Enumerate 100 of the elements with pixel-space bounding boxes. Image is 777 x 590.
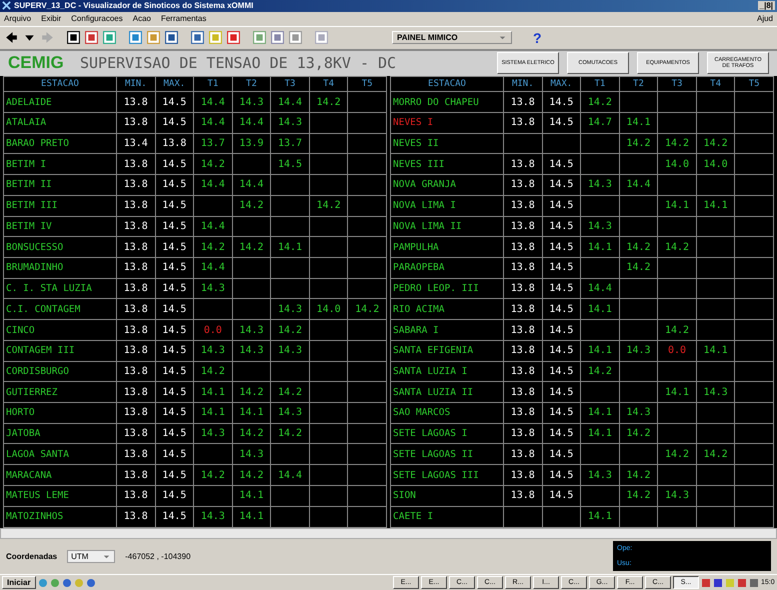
- table-cell: 13.8: [124, 96, 148, 108]
- table-cell: 13.8: [124, 324, 148, 336]
- menu-item[interactable]: Exibir: [41, 14, 62, 24]
- voltage-reading: 14.3: [200, 511, 225, 522]
- column-header: T3: [270, 76, 310, 92]
- voltage-reading: 14.2: [704, 448, 728, 460]
- table-cell: 14.5: [162, 96, 186, 108]
- station-name: CONTAGEM III: [4, 340, 116, 362]
- panel-dropdown[interactable]: PAINEL MIMICO: [392, 31, 512, 44]
- column-header: T1: [194, 76, 232, 92]
- voltage-reading: 14.3: [200, 345, 225, 356]
- station-name: NOVA LIMA II: [390, 216, 504, 237]
- voltage-reading: 14.4: [239, 117, 264, 128]
- voltage-reading: 14.1: [239, 407, 264, 418]
- voltage-reading: 14.2: [239, 242, 264, 253]
- voltage-reading: 0.0: [668, 345, 686, 356]
- table-cell: 14.5: [162, 242, 186, 253]
- start-button[interactable]: Iniciar: [2, 576, 36, 590]
- voltage-reading: 14.1: [239, 511, 264, 522]
- table-cell: 13.8: [124, 366, 148, 377]
- voltage-reading: 14.2: [664, 242, 690, 253]
- voltage-reading: 14.2: [278, 428, 302, 440]
- voltage-reading: 14.2: [200, 158, 225, 170]
- voltage-reading: 14.2: [664, 324, 690, 336]
- table-cell: 14.5: [162, 283, 186, 294]
- tray-icon[interactable]: [737, 578, 747, 588]
- column-header: T2: [232, 76, 271, 92]
- table-cell: 14.5: [549, 283, 574, 294]
- voltage-reading: 14.2: [278, 324, 302, 336]
- table-cell: 13.8: [124, 220, 148, 232]
- tray-icon[interactable]: [749, 578, 759, 588]
- table-cell: 14.5: [549, 386, 574, 398]
- panel-title: SUPERVISAO DE TENSAO DE 13,8KV - DC: [80, 54, 398, 72]
- voltage-reading: 14.2: [664, 448, 690, 460]
- back-arrow-icon[interactable]: [4, 30, 19, 46]
- quick-launch-icon[interactable]: [62, 578, 72, 588]
- table-cell: 14.5: [162, 304, 186, 315]
- table-cell: 13.8: [510, 366, 535, 377]
- station-name: LAGOA SANTA: [4, 444, 116, 465]
- voltage-reading: 14.4: [239, 179, 264, 190]
- help-button[interactable]: ?: [533, 30, 542, 46]
- window-controls[interactable]: _|8|: [758, 1, 775, 10]
- voltage-reading: 14.1: [588, 511, 612, 522]
- window-title: SUPERV_13_DC - Visualizador de Sinoticos do Sistema xOMMI: [14, 1, 254, 10]
- voltage-reading: 14.2: [239, 428, 264, 440]
- station-name: SETE LAGOAS I: [390, 423, 504, 444]
- station-name: NOVA GRANJA: [390, 174, 504, 196]
- table-cell: 13.8: [510, 220, 535, 232]
- voltage-reading: 14.5: [278, 158, 302, 170]
- voltage-reading: 14.3: [239, 324, 264, 336]
- voltage-reading: 14.2: [355, 304, 380, 315]
- table-cell: 13.8: [124, 283, 148, 294]
- table-cell: 13.8: [510, 490, 535, 502]
- table-cell: 14.5: [162, 262, 186, 274]
- table-cell: 14.5: [549, 345, 574, 356]
- station-name: SABARA I: [390, 320, 504, 340]
- tray-icon[interactable]: [701, 578, 711, 588]
- station-name: GUTIERREZ: [4, 382, 116, 403]
- table-cell: 14.5: [162, 158, 186, 170]
- station-name: BETIM II: [4, 174, 116, 196]
- voltage-reading: 14.3: [588, 220, 612, 232]
- toolbar-icon[interactable]: [164, 30, 179, 46]
- voltage-reading: 14.1: [588, 304, 612, 315]
- table-cell: 13.8: [124, 117, 148, 128]
- menu-item[interactable]: Ferramentas: [160, 14, 206, 24]
- voltage-reading: 14.3: [239, 96, 264, 108]
- station-name: NEVES I: [390, 112, 504, 134]
- table-cell: 13.8: [124, 200, 148, 212]
- voltage-reading: 14.2: [626, 470, 651, 481]
- menu-item[interactable]: Ajud: [756, 14, 773, 24]
- station-name: CINCO: [4, 320, 116, 340]
- voltage-reading: 14.3: [278, 345, 302, 356]
- table-cell: 14.5: [162, 428, 186, 440]
- menu-item[interactable]: Acao: [132, 14, 151, 24]
- voltage-reading: 14.3: [278, 117, 302, 128]
- horizontal-scrollbar[interactable]: [0, 528, 777, 539]
- quick-launch-icon[interactable]: [38, 578, 48, 588]
- tray-icon[interactable]: [713, 578, 723, 588]
- quick-launch-icon[interactable]: [86, 578, 96, 588]
- voltage-reading: 14.1: [664, 200, 690, 212]
- station-name: MARACANA: [4, 464, 116, 486]
- coordinate-system-dropdown[interactable]: UTM: [67, 550, 116, 563]
- table-cell: 13.8: [510, 407, 535, 418]
- voltage-reading: 14.1: [278, 242, 302, 253]
- quick-launch-icon[interactable]: [50, 578, 60, 588]
- station-name: RIO ACIMA: [390, 298, 504, 320]
- voltage-reading: 14.0: [316, 304, 341, 315]
- voltage-reading: 14.3: [704, 386, 728, 398]
- table-cell: 14.5: [162, 490, 186, 502]
- voltage-reading: 14.1: [588, 407, 612, 418]
- table-cell: 14.5: [549, 407, 574, 418]
- station-name: CAETE I: [390, 506, 504, 528]
- table-cell: 13.8: [510, 470, 535, 481]
- voltage-reading: 14.3: [588, 179, 612, 190]
- menu-item[interactable]: Configuracoes: [71, 14, 123, 24]
- menu-item[interactable]: Arquivo: [4, 14, 32, 24]
- voltage-reading: 14.2: [239, 386, 264, 398]
- toolbar-icon[interactable]: [66, 30, 81, 46]
- table-cell: 14.5: [549, 324, 574, 336]
- column-header: ESTACAO: [390, 76, 504, 92]
